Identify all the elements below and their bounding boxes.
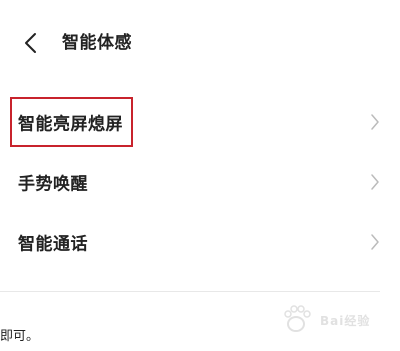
chevron-right-icon (371, 114, 379, 130)
menu-item-smart-call[interactable]: 智能通话 (0, 212, 400, 272)
menu-item-label: 智能亮屏熄屏 (18, 114, 123, 135)
header-bar: 智能体感 (0, 24, 400, 64)
chevron-right-icon (371, 174, 379, 190)
divider (0, 291, 380, 292)
menu-item-label: 手势唤醒 (18, 174, 88, 195)
chevron-left-icon[interactable] (18, 30, 44, 56)
page-title: 智能体感 (62, 33, 132, 53)
menu-item-smart-screen[interactable]: 智能亮屏熄屏 (0, 92, 400, 152)
baidu-jingyan-watermark: Bai经验 (282, 302, 394, 336)
watermark-text: Bai经验 (320, 314, 371, 328)
settings-screen: 智能体感 智能亮屏熄屏 手势唤醒 智能通话 Bai经验 即可。 (0, 0, 400, 351)
chevron-right-icon (371, 234, 379, 250)
menu-item-gesture-wake[interactable]: 手势唤醒 (0, 152, 400, 212)
settings-menu: 智能亮屏熄屏 手势唤醒 智能通话 (0, 92, 400, 272)
footer-text: 即可。 (0, 329, 40, 344)
menu-item-label: 智能通话 (18, 234, 88, 255)
